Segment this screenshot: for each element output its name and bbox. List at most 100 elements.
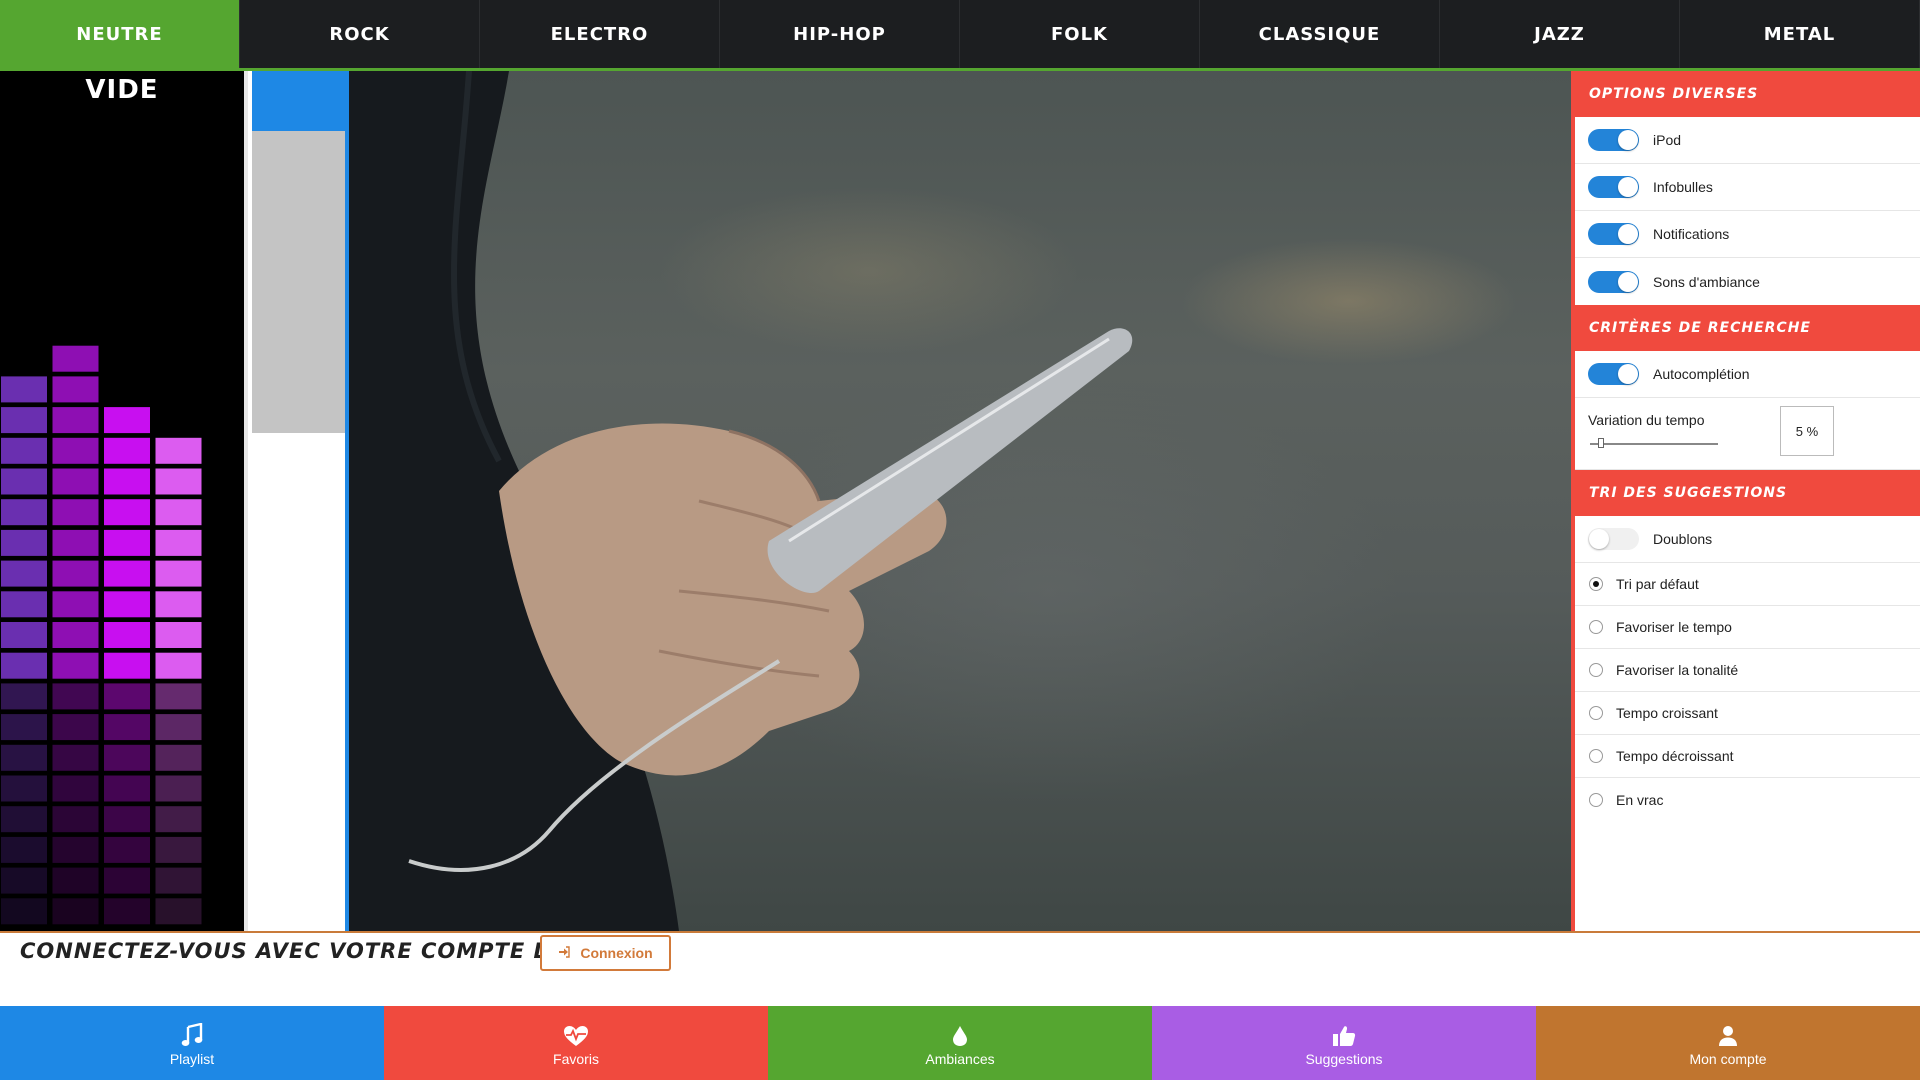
visualizer-cell [104, 622, 150, 648]
genre-tab-hip-hop[interactable]: HIP-HOP [720, 0, 960, 68]
visualizer-cell [52, 591, 99, 618]
visualizer-cell [52, 345, 99, 372]
visualizer-cell [52, 867, 99, 894]
option-row-doublons: Doublons [1575, 516, 1920, 563]
nav-label: Mon compte [1689, 1051, 1767, 1067]
toggle-knob [1618, 224, 1638, 244]
music-note-icon [181, 1019, 203, 1047]
slider-thumb[interactable] [1598, 438, 1604, 448]
visualizer-cell [104, 499, 150, 526]
section-header-sort-suggestions: Tri des suggestions [1575, 470, 1920, 516]
radio-button[interactable] [1589, 663, 1603, 677]
visualizer-cell [52, 806, 99, 833]
option-row-autocompletion: Autocomplétion [1575, 351, 1920, 398]
visualizer-cell [155, 714, 202, 741]
heartbeat-icon [563, 1019, 589, 1047]
tempo-variation-slider[interactable] [1590, 438, 1718, 448]
visualizer-cell [1, 775, 47, 802]
sort-option-tonalite[interactable]: Favoriser la tonalité [1575, 649, 1920, 692]
visualizer-cell [52, 683, 99, 710]
genre-tab-electro[interactable]: ELECTRO [480, 0, 720, 68]
autocompletion-toggle[interactable] [1588, 363, 1639, 385]
bottom-nav: Playlist Favoris Ambiances Suggestions M… [0, 1006, 1920, 1080]
tempo-variation-label: Variation du tempo [1588, 412, 1705, 428]
connexion-button-label: Connexion [580, 945, 653, 961]
notifications-toggle[interactable] [1588, 223, 1639, 245]
visualizer-cell [155, 775, 202, 802]
nav-suggestions[interactable]: Suggestions [1152, 1006, 1536, 1080]
visualizer-cell [104, 683, 150, 710]
option-row-notifications: Notifications [1575, 211, 1920, 258]
genre-tab-classique[interactable]: CLASSIQUE [1200, 0, 1440, 68]
visualizer-cell [1, 407, 47, 434]
sort-option-label: En vrac [1616, 791, 1664, 808]
tempo-variation-row: Variation du tempo 5 % [1575, 398, 1920, 470]
nav-label: Ambiances [925, 1051, 995, 1067]
sort-option-tempo[interactable]: Favoriser le tempo [1575, 606, 1920, 649]
toggle-knob [1618, 130, 1638, 150]
hand-holding-phone-illustration [349, 71, 1133, 931]
sign-in-icon [558, 945, 571, 961]
nav-ambiances[interactable]: Ambiances [768, 1006, 1152, 1080]
radio-button[interactable] [1589, 792, 1603, 807]
visualizer-cell [52, 622, 99, 648]
visualizer-cell [155, 529, 202, 556]
radio-button[interactable] [1589, 706, 1603, 720]
toggle-knob [1618, 271, 1638, 292]
genre-nav: NEUTRE ROCK ELECTRO HIP-HOP FOLK CLASSIQ… [0, 0, 1920, 71]
visualizer-cell [52, 652, 99, 679]
visualizer-cell [52, 744, 99, 771]
doublons-toggle[interactable] [1588, 528, 1639, 550]
genre-tab-folk[interactable]: FOLK [960, 0, 1200, 68]
visualizer-cell [155, 591, 202, 618]
toggle-knob [1618, 364, 1638, 384]
visualizer-cell [104, 407, 150, 434]
visualizer-cell [1, 529, 47, 556]
visualizer-cell [1, 560, 47, 587]
genre-tab-metal[interactable]: METAL [1680, 0, 1920, 68]
genre-tab-neutre[interactable]: NEUTRE [0, 0, 240, 68]
connexion-button[interactable]: Connexion [540, 935, 671, 971]
nav-favoris[interactable]: Favoris [384, 1006, 768, 1080]
visualizer-cell [52, 560, 99, 587]
sort-option-tempo-decroissant[interactable]: Tempo décroissant [1575, 735, 1920, 778]
sort-option-label: Favoriser le tempo [1616, 619, 1732, 635]
genre-tab-rock[interactable]: ROCK [240, 0, 480, 68]
ipod-toggle[interactable] [1588, 129, 1639, 151]
visualizer-cell [1, 652, 47, 679]
genre-tab-jazz[interactable]: JAZZ [1440, 0, 1680, 68]
sort-option-tempo-croissant[interactable]: Tempo croissant [1575, 692, 1920, 735]
sort-option-vrac[interactable]: En vrac [1575, 778, 1920, 821]
option-label: iPod [1653, 132, 1682, 148]
visualizer-cell [104, 529, 150, 556]
visualizer-cell [1, 591, 47, 618]
visualizer-cell [104, 867, 150, 894]
visualizer-cell [52, 529, 99, 556]
visualizer-cell [155, 744, 202, 771]
radio-button[interactable] [1589, 749, 1603, 763]
visualizer-cell [52, 836, 99, 863]
option-label: Sons d'ambiance [1653, 273, 1760, 290]
queue-scroll-thumb[interactable] [252, 131, 345, 433]
visualizer-cell [155, 806, 202, 833]
infobulles-toggle[interactable] [1588, 176, 1639, 198]
visualizer-cell [52, 407, 99, 434]
visualizer-cell [52, 376, 99, 403]
visualizer-cell [155, 898, 202, 925]
visualizer-cell [1, 714, 47, 741]
nav-playlist[interactable]: Playlist [0, 1006, 384, 1080]
nav-mon-compte[interactable]: Mon compte [1536, 1006, 1920, 1080]
option-label: Doublons [1653, 531, 1713, 547]
queue-scroll-strip[interactable] [252, 71, 349, 931]
option-label: Autocomplétion [1653, 366, 1750, 382]
radio-button[interactable] [1589, 620, 1603, 634]
visualizer-cell [52, 437, 99, 464]
thumbs-up-icon [1332, 1019, 1356, 1047]
sort-option-default[interactable]: Tri par défaut [1575, 563, 1920, 606]
visualizer-cell [52, 499, 99, 526]
visualizer-cell [1, 499, 47, 526]
section-header-search-criteria: Critères de recherche [1575, 305, 1920, 351]
sons-ambiance-toggle[interactable] [1588, 270, 1639, 293]
visualizer-cell [155, 683, 202, 710]
radio-button[interactable] [1589, 577, 1603, 591]
